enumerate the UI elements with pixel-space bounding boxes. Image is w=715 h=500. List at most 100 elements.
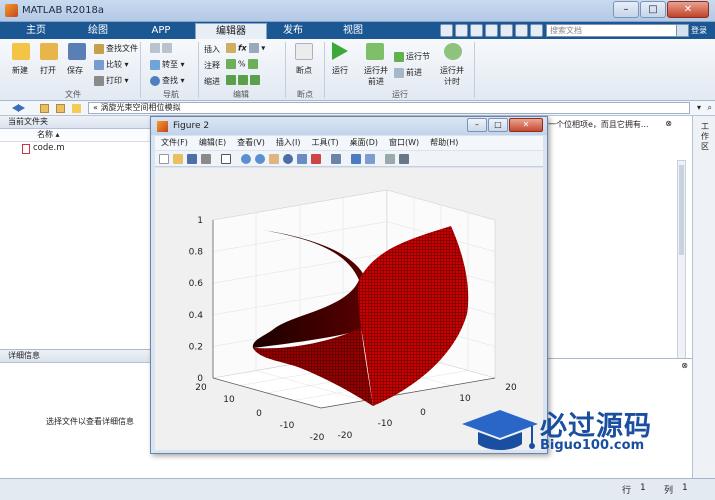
run-advance-button[interactable]: 运行并 前进 <box>362 65 390 87</box>
file-item-code[interactable]: code.m <box>0 142 151 155</box>
tab-apps[interactable]: APP <box>130 23 192 39</box>
advance-button[interactable]: 前进 <box>394 67 422 78</box>
edit-icons-row1[interactable]: fx ▾ <box>226 43 265 53</box>
compare-button[interactable]: 比较 ▾ <box>94 59 129 70</box>
menu-view[interactable]: 查看(V) <box>231 136 270 150</box>
zoom-in-icon[interactable] <box>241 154 251 164</box>
figure-minimize-button[interactable]: – <box>467 118 487 132</box>
col-label: 列 <box>664 486 674 496</box>
find-files-button[interactable]: 查找文件 <box>94 43 138 54</box>
watermark: 必过源码 Biguo100.com <box>462 404 672 459</box>
close-button[interactable]: ✕ <box>667 1 709 18</box>
search-docs-input[interactable]: 搜索文档 <box>546 24 678 37</box>
brush-icon[interactable] <box>311 154 321 164</box>
compare-icon <box>94 59 104 70</box>
tab-home[interactable]: 主页 <box>2 23 70 39</box>
run-and-time-icon <box>444 43 462 60</box>
link-plot-icon[interactable] <box>331 154 341 164</box>
indent-button[interactable]: 缩进 <box>204 76 220 87</box>
edit-icons-row2[interactable]: % <box>226 59 260 69</box>
figure-title: Figure 2 <box>173 121 210 131</box>
save-figure-icon[interactable] <box>187 154 197 164</box>
open-file-icon[interactable] <box>173 154 183 164</box>
copy-quick-icon[interactable] <box>470 24 483 37</box>
tab-view[interactable]: 视图 <box>322 23 384 39</box>
z-axis-ticks: 1 0.8 0.6 0.4 0.2 0 <box>189 216 204 384</box>
insert-colorbar-icon[interactable] <box>351 154 361 164</box>
back-forward-icons[interactable] <box>150 43 174 53</box>
figure-maximize-button[interactable]: □ <box>488 118 508 132</box>
edit-plot-icon[interactable] <box>221 154 231 164</box>
open-button[interactable]: 打开 <box>40 65 56 76</box>
workspace-label: 工作区 <box>701 122 709 151</box>
menu-tools[interactable]: 工具(T) <box>305 136 343 150</box>
breakpoints-button[interactable]: 断点 <box>296 65 312 76</box>
new-figure-icon[interactable] <box>159 154 169 164</box>
save-button[interactable]: 保存 <box>67 65 83 76</box>
breakpoints-group-label: 断点 <box>297 90 313 99</box>
tab-publish[interactable]: 发布 <box>268 23 318 39</box>
new-button[interactable]: 新建 <box>12 65 28 76</box>
menu-edit[interactable]: 编辑(E) <box>193 136 231 150</box>
title-bar: MATLAB R2018a – □ ✕ <box>0 0 715 22</box>
insert-legend-icon[interactable] <box>365 154 375 164</box>
command-window-options-icon[interactable]: ⊗ <box>681 361 688 370</box>
paste-quick-icon[interactable] <box>485 24 498 37</box>
menu-help[interactable]: 帮助(H) <box>424 136 463 150</box>
login-link[interactable]: 登录 <box>691 25 707 36</box>
find-button[interactable]: 查找 ▾ <box>150 75 185 86</box>
path-dropdown-icon[interactable]: ▾ <box>697 103 701 112</box>
m-file-icon <box>22 144 30 154</box>
redo-quick-icon[interactable] <box>515 24 528 37</box>
cut-quick-icon[interactable] <box>455 24 468 37</box>
editor-options-icon[interactable]: ⊗ <box>665 119 672 128</box>
menu-insert[interactable]: 插入(I) <box>270 136 306 150</box>
maximize-button[interactable]: □ <box>640 1 666 18</box>
find-files-icon <box>94 43 104 54</box>
minimize-button[interactable]: – <box>613 1 639 18</box>
goto-button[interactable]: 转至 ▾ <box>150 59 185 70</box>
save-quick-icon[interactable] <box>440 24 453 37</box>
menu-desktop[interactable]: 桌面(D) <box>344 136 383 150</box>
search-icon[interactable] <box>676 24 689 37</box>
workspace-strip[interactable]: 工作区 <box>692 116 715 478</box>
advance-icon <box>394 67 404 78</box>
menu-window[interactable]: 窗口(W) <box>383 136 424 150</box>
x-tick: -20 <box>310 433 325 443</box>
menu-file[interactable]: 文件(F) <box>155 136 193 150</box>
magnifier-icon <box>150 75 160 86</box>
figure-toolbar <box>155 151 543 167</box>
edit-icons-row3[interactable] <box>226 75 262 85</box>
up-folder-icon[interactable] <box>40 104 49 113</box>
breakpoints-icon <box>295 43 313 60</box>
editor-scrollbar[interactable] <box>677 160 686 370</box>
current-folder-path[interactable]: « 涡旋光束空间相位模拟 <box>88 102 690 114</box>
hide-plot-tools-icon[interactable] <box>385 154 395 164</box>
print-figure-icon[interactable] <box>201 154 211 164</box>
comment-button[interactable]: 注释 <box>204 60 220 71</box>
insert-button[interactable]: 插入 <box>204 44 220 55</box>
forward-arrow-icon[interactable] <box>18 104 25 112</box>
run-button[interactable]: 运行 <box>332 65 348 76</box>
run-section-button[interactable]: 运行节 <box>394 51 430 62</box>
tab-plots[interactable]: 绘图 <box>72 23 124 39</box>
rotate-3d-icon[interactable] <box>283 154 293 164</box>
col-value: 1 <box>682 483 688 493</box>
editor-text-line[interactable]: 有一个位相项e，而且它拥有... <box>540 119 649 130</box>
zoom-out-icon[interactable] <box>255 154 265 164</box>
pan-icon[interactable] <box>269 154 279 164</box>
x-tick: 0 <box>256 409 262 419</box>
help-quick-icon[interactable] <box>530 24 543 37</box>
name-column-header[interactable]: 名称 ▴ <box>0 129 151 142</box>
show-plot-tools-icon[interactable] <box>399 154 409 164</box>
undo-quick-icon[interactable] <box>500 24 513 37</box>
data-cursor-icon[interactable] <box>297 154 307 164</box>
run-section-icon <box>394 51 404 62</box>
tab-editor[interactable]: 编辑器 <box>195 23 267 39</box>
path-search-icon[interactable]: ⌕ <box>708 103 712 113</box>
run-and-time-button[interactable]: 运行并 计时 <box>438 65 466 87</box>
figure-close-button[interactable]: ✕ <box>509 118 543 132</box>
browse-folder-icon[interactable] <box>56 104 65 113</box>
figure-title-bar[interactable]: Figure 2 – □ ✕ <box>151 117 547 135</box>
print-button[interactable]: 打印 ▾ <box>94 75 129 86</box>
